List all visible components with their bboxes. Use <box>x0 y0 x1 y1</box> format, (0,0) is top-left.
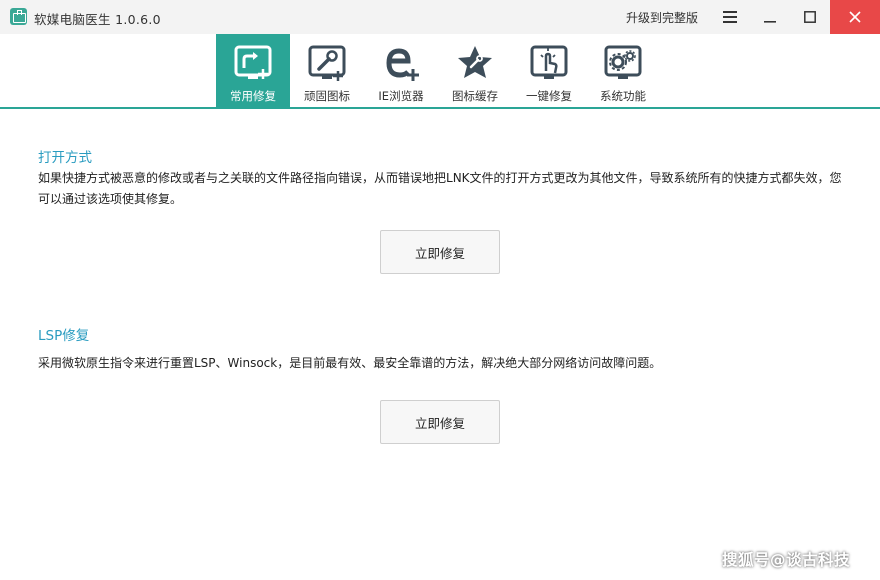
minimize-button[interactable] <box>750 0 790 34</box>
one-click-repair-icon <box>528 42 570 84</box>
tab-one-click-repair[interactable]: 一键修复 <box>512 34 586 108</box>
ie-browser-icon <box>380 42 422 84</box>
description-line: 采用微软原生指令来进行重置LSP、Winsock，是目前最有效、最安全靠谱的方法… <box>38 356 662 370</box>
shortcut-fix-icon <box>232 42 274 84</box>
close-icon <box>849 11 861 23</box>
tab-ie-browser[interactable]: IE浏览器 <box>364 34 438 108</box>
tab-label: 顽固图标 <box>304 89 350 103</box>
section-description: 采用微软原生指令来进行重置LSP、Winsock，是目前最有效、最安全靠谱的方法… <box>38 353 858 374</box>
stubborn-icon-tool-icon <box>306 42 348 84</box>
tab-stubborn-icons[interactable]: 顽固图标 <box>290 34 364 108</box>
close-button[interactable] <box>830 0 880 34</box>
icon-cache-star-icon <box>454 42 496 84</box>
system-gears-icon <box>602 42 644 84</box>
tab-system-functions[interactable]: 系统功能 <box>586 34 660 108</box>
section-description: 如果快捷方式被恶意的修改或者与之关联的文件路径指向错误，从而错误地把LNK文件的… <box>38 168 858 210</box>
minimize-icon <box>764 21 776 23</box>
toolbar-divider <box>0 107 880 109</box>
maximize-button[interactable] <box>790 0 830 34</box>
tab-common-repair[interactable]: 常用修复 <box>216 34 290 108</box>
window-title: 软媒电脑医生 1.0.6.0 <box>34 12 161 27</box>
maximize-icon <box>804 11 816 23</box>
fix-now-button-lsp[interactable]: 立即修复 <box>380 400 500 444</box>
tab-label: IE浏览器 <box>378 89 424 103</box>
upgrade-link[interactable]: 升级到完整版 <box>626 9 698 26</box>
section-title-lsp: LSP修复 <box>38 328 90 344</box>
tab-icon-cache[interactable]: 图标缓存 <box>438 34 512 108</box>
title-bar: 软媒电脑医生 1.0.6.0 升级到完整版 <box>0 0 880 34</box>
tab-label: 图标缓存 <box>452 89 498 103</box>
section-title-open-method: 打开方式 <box>38 150 92 166</box>
fix-now-button-open-method[interactable]: 立即修复 <box>380 230 500 274</box>
description-line: 如果快捷方式被恶意的修改或者与之关联的文件路径指向错误，从而错误地把LNK文件的… <box>38 171 842 185</box>
hamburger-menu-icon <box>723 11 737 23</box>
tab-label: 系统功能 <box>600 89 646 103</box>
app-logo-icon <box>10 8 27 25</box>
tab-label: 常用修复 <box>230 89 276 103</box>
tab-label: 一键修复 <box>526 89 572 103</box>
watermark-text: 搜狐号@谈古科技 <box>722 551 851 569</box>
menu-button[interactable] <box>710 0 750 34</box>
description-line: 可以通过该选项使其修复。 <box>38 192 183 206</box>
